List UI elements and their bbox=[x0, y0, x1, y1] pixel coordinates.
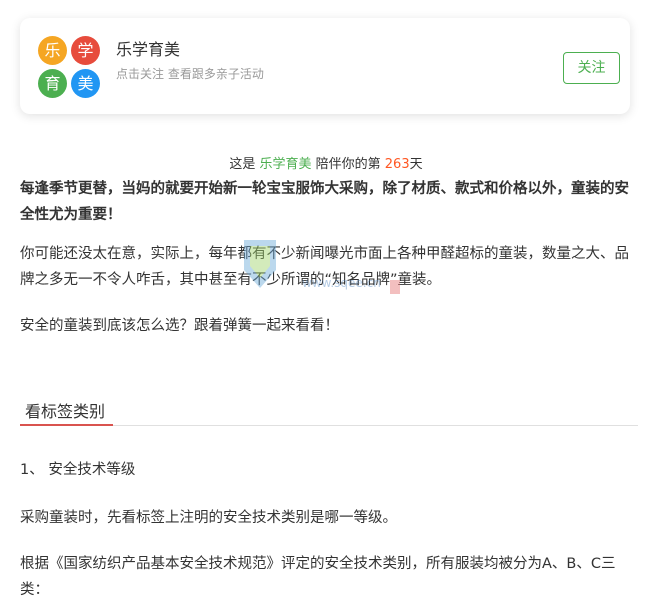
watermark-url: www.sqee.cn bbox=[302, 276, 381, 290]
logo-dot-4: 美 bbox=[71, 69, 100, 98]
article-paragraph-4: 采购童装时，先看标签上注明的安全技术类别是哪一等级。 bbox=[20, 510, 397, 526]
days-suffix: 天 bbox=[409, 157, 423, 172]
watermark-logo-icon bbox=[244, 240, 276, 288]
article-item-1: 1、 安全技术等级 bbox=[20, 462, 136, 478]
companion-days: 这是 乐学育美 陪伴你的第 263天 bbox=[0, 153, 652, 172]
days-prefix: 这是 bbox=[229, 157, 260, 172]
days-middle: 陪伴你的第 bbox=[311, 157, 385, 172]
account-card: 乐 学 育 美 乐学育美 点击关注 查看跟多亲子活动 关注 bbox=[20, 18, 630, 114]
section-heading: 看标签类别 bbox=[25, 402, 106, 421]
days-count: 263 bbox=[384, 157, 410, 172]
logo-dot-2: 学 bbox=[71, 36, 100, 65]
account-subtitle[interactable]: 点击关注 查看跟多亲子活动 bbox=[116, 65, 264, 82]
watermark-seal-icon bbox=[390, 280, 400, 294]
logo-dot-3: 育 bbox=[38, 69, 67, 98]
article-paragraph-5: 根据《国家纺织产品基本安全技术规范》评定的安全技术类别，所有服装均被分为A、B、… bbox=[20, 556, 616, 598]
follow-button[interactable]: 关注 bbox=[563, 52, 620, 84]
account-logo: 乐 学 育 美 bbox=[38, 36, 100, 98]
account-name: 乐学育美 bbox=[116, 40, 181, 59]
article-paragraph-3: 安全的童装到底该怎么选？跟着弹簧一起来看看！ bbox=[20, 318, 339, 334]
site-watermark: www.sqee.cn bbox=[240, 236, 412, 304]
article-intro: 每逢季节更替，当妈的就要开始新一轮宝宝服饰大采购，除了材质、款式和价格以外，童装… bbox=[20, 181, 629, 223]
section-divider-accent bbox=[20, 424, 113, 426]
logo-dot-1: 乐 bbox=[38, 36, 67, 65]
days-account-name: 乐学育美 bbox=[259, 157, 312, 172]
